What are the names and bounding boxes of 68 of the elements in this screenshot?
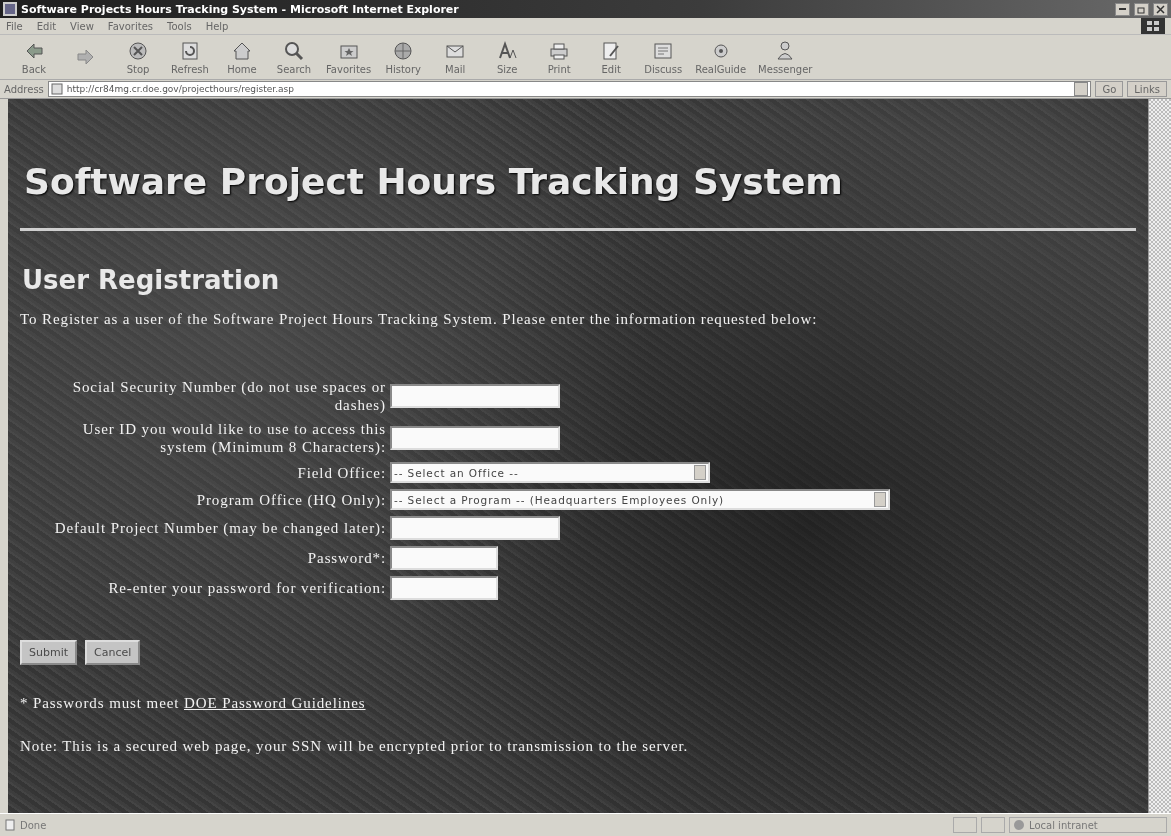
menu-item[interactable]: Edit xyxy=(36,20,57,32)
field-label: Field Office: xyxy=(297,463,386,482)
field-label: Program Office (HQ Only): xyxy=(196,490,386,509)
password-field[interactable] xyxy=(390,576,498,600)
menu-item[interactable]: Help xyxy=(205,20,229,32)
close-button[interactable] xyxy=(1153,2,1168,16)
field-label: User ID you would like to use to access this system (Minimum 8 Characters): xyxy=(81,420,386,456)
toolbar-button[interactable]: History xyxy=(379,37,428,77)
minimize-button[interactable] xyxy=(1115,2,1130,16)
form-button[interactable]: Submit xyxy=(20,640,78,665)
page-icon xyxy=(4,819,16,831)
menu-item[interactable]: Favorites xyxy=(107,20,153,32)
dropdown[interactable]: -- Select an Office -- xyxy=(390,462,710,483)
toolbar-button[interactable]: Home xyxy=(218,37,266,77)
page-title: Software Project Hours Tracking System xyxy=(24,161,843,202)
status-panel xyxy=(953,817,977,833)
toolbar-button[interactable]: Refresh xyxy=(166,37,214,77)
security-zone: Local intranet xyxy=(1009,817,1167,833)
section-heading: User Registration xyxy=(22,265,280,295)
toolbar-button[interactable]: Size xyxy=(483,37,532,77)
go-button[interactable]: Go xyxy=(1095,81,1124,97)
toolbar-button[interactable]: Messenger xyxy=(754,37,817,77)
dropdown[interactable]: -- Select a Program -- (Headquarters Employees Only) xyxy=(390,489,890,510)
windows-logo-icon xyxy=(1141,18,1165,34)
menu-item[interactable]: Tools xyxy=(167,20,192,32)
search-icon xyxy=(283,39,305,62)
links-button[interactable]: Links xyxy=(1127,81,1167,97)
zone-icon xyxy=(1013,819,1025,831)
toolbar-button[interactable]: Edit xyxy=(587,37,636,77)
toolbar-button[interactable]: Stop xyxy=(114,37,162,77)
toolbar-button[interactable]: RealGuide xyxy=(691,37,751,77)
intro-text: To Register as a user of the Software Project Hours Tracking System. Please enter the information requested below: xyxy=(20,311,819,328)
stop-icon xyxy=(127,39,149,62)
close-icon xyxy=(1156,4,1165,14)
toolbar-button[interactable]: Favorites xyxy=(322,37,376,77)
menu-item[interactable]: File xyxy=(6,20,23,32)
refresh-icon xyxy=(179,39,201,62)
status-panel xyxy=(981,817,1005,833)
security-note: Note: This is a secured web page, your SSN will be encrypted prior to transmission to the server. xyxy=(20,738,690,755)
field-label: Default Project Number (may be changed later): xyxy=(54,519,386,537)
globe-icon xyxy=(392,39,415,62)
form-button[interactable]: Cancel xyxy=(85,640,141,665)
field-label: Password*: xyxy=(307,549,386,567)
minimize-icon xyxy=(1119,8,1126,10)
page-icon xyxy=(50,83,63,95)
dropdown-button[interactable] xyxy=(1074,82,1089,96)
maximize-button[interactable] xyxy=(1134,2,1149,16)
guidelines-link[interactable]: DOE Password Guidelines xyxy=(183,695,366,711)
restore-icon xyxy=(1137,4,1146,14)
toolbar-button[interactable]: Discuss xyxy=(639,37,688,77)
address-field[interactable]: http://cr84mg.cr.doe.gov/projecthours/register.asp xyxy=(47,81,1092,97)
field-label: Re-enter your password for verification: xyxy=(108,579,386,597)
toolbar-button[interactable]: Search xyxy=(270,37,318,77)
input-field[interactable] xyxy=(390,426,560,450)
address-label: Address xyxy=(4,83,44,95)
toolbar-button[interactable]: Mail xyxy=(431,37,480,77)
status-text: Done xyxy=(20,819,47,831)
menu-item[interactable]: View xyxy=(70,20,94,32)
password-footnote: * Passwords must meet DOE Password Guidelines xyxy=(20,695,367,712)
toolbar-button[interactable]: Print xyxy=(535,37,584,77)
window-title: Software Projects Hours Tracking System - Microsoft Internet Explorer xyxy=(21,2,460,16)
browser-icon xyxy=(3,2,17,16)
scrollbar[interactable] xyxy=(1148,99,1171,813)
field-label: Social Security Number (do not use spaces or dashes) xyxy=(71,378,386,414)
password-field[interactable] xyxy=(390,546,498,570)
input-field[interactable] xyxy=(390,516,560,540)
input-field[interactable] xyxy=(390,384,560,408)
toolbar-button[interactable]: Back xyxy=(10,37,58,77)
